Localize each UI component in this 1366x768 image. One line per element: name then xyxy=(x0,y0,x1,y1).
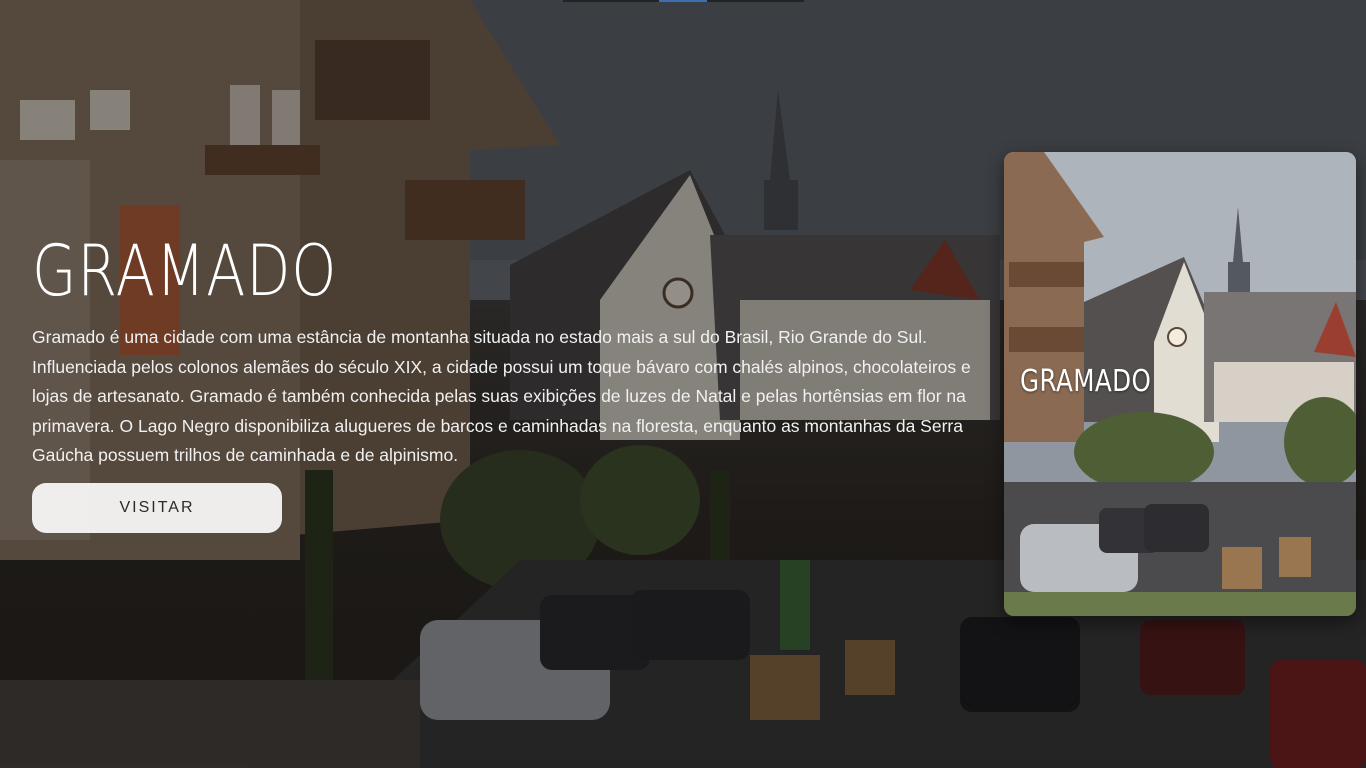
card-title: GRAMADO xyxy=(1020,364,1152,399)
slide-indicator[interactable] xyxy=(563,0,804,2)
visit-button[interactable]: VISITAR xyxy=(32,483,282,533)
slide-indicator-active xyxy=(659,0,707,2)
destination-card[interactable]: GRAMADO xyxy=(1004,152,1356,616)
hero-description: Gramado é uma cidade com uma estância de… xyxy=(32,327,971,465)
hero-title: GRAMADO xyxy=(32,230,338,312)
